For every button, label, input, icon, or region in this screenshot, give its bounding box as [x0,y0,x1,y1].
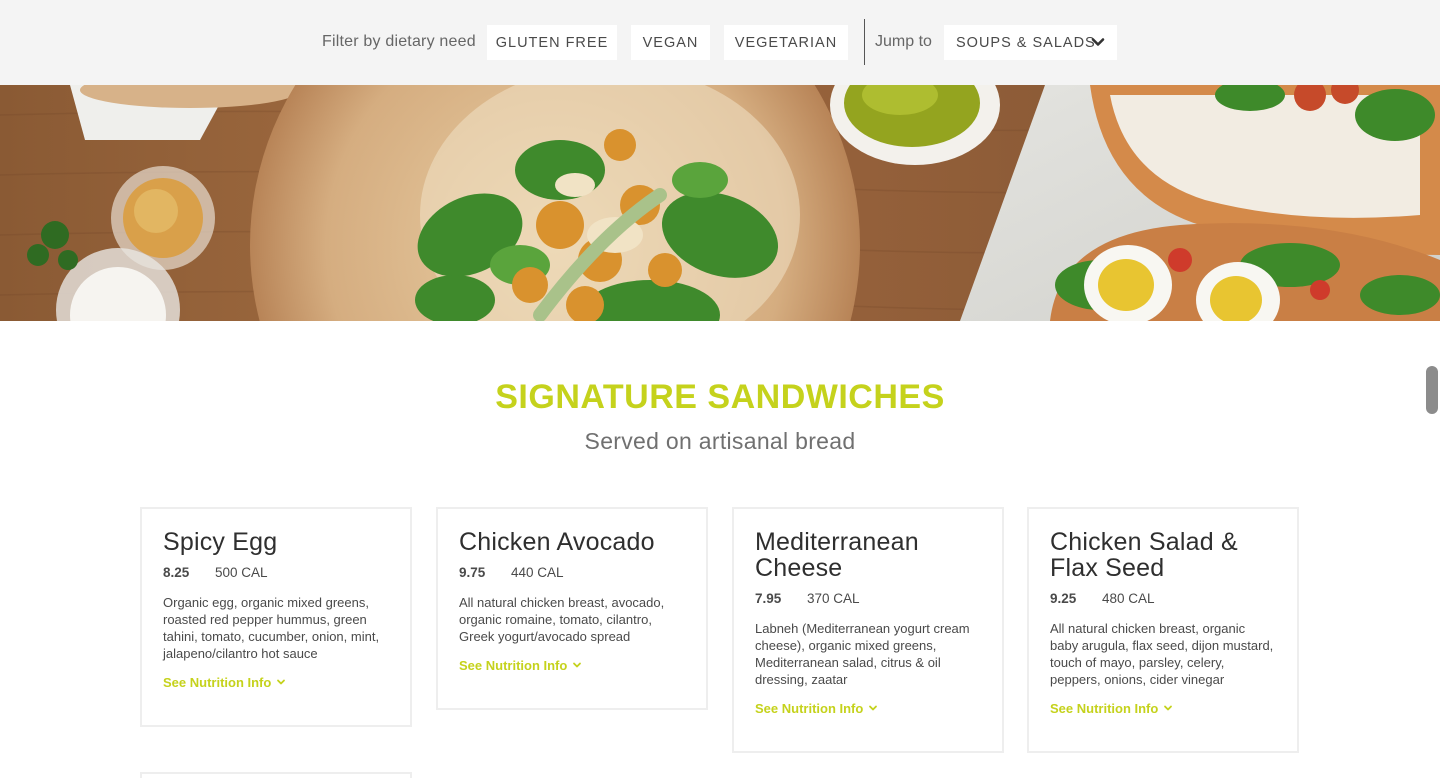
section-subtitle: Served on artisanal bread [584,428,856,454]
menu-item-calories: 480 CAL [1102,591,1155,606]
menu-item-meta: 9.25 480 CAL [1050,589,1276,609]
filter-vegan-button[interactable]: VEGAN [631,25,710,60]
menu-item-card: Mediterranean Cheese 7.95 370 CAL Labneh … [732,507,1004,753]
menu-item-price: 8.25 [163,565,190,580]
see-nutrition-info-link[interactable]: See Nutrition Info [163,675,286,690]
filter-label: Filter by dietary need [322,33,476,50]
menu-item-card: Chicken Avocado 9.75 440 CAL All natural … [436,507,708,710]
filter-gluten-free-button[interactable]: GLUTEN FREE [487,25,617,60]
menu-item-name: Chicken Salad & Flax Seed [1050,528,1238,582]
menu-item-description: All natural chicken breast, avocado, org… [459,595,665,644]
menu-item-card [140,772,412,778]
section-title: SIGNATURE SANDWICHES [495,378,945,416]
menu-item-name: Chicken Avocado [459,528,655,556]
menu-item-calories: 440 CAL [511,565,564,580]
menu-item-price: 9.75 [459,565,486,580]
see-nutrition-info-link[interactable]: See Nutrition Info [755,701,878,716]
filter-divider [864,19,865,65]
see-nutrition-info-link[interactable]: See Nutrition Info [459,658,582,673]
see-nutrition-info-link[interactable]: See Nutrition Info [1050,701,1173,716]
menu-item-calories: 370 CAL [807,591,860,606]
menu-item-name: Spicy Egg [163,528,278,556]
dietary-filter-bar: Filter by dietary need GLUTEN FREE VEGAN… [0,0,1440,85]
nutrition-link-label: See Nutrition Info [163,675,272,690]
menu-item-calories: 500 CAL [215,565,268,580]
menu-item-meta: 7.95 370 CAL [755,589,981,609]
menu-item-name: Mediterranean Cheese [755,528,919,582]
jump-to-select[interactable]: SOUPS & SALADS [944,25,1117,60]
menu-item-card: Spicy Egg 8.25 500 CAL Organic egg, organ… [140,507,412,727]
jump-to-label: Jump to [875,33,932,50]
hero-food-image [0,85,1440,321]
menu-item-card: Chicken Salad & Flax Seed 9.25 480 CAL Al… [1027,507,1299,753]
nutrition-link-label: See Nutrition Info [755,701,864,716]
chevron-down-icon [1091,35,1105,53]
chevron-down-icon [868,701,878,716]
menu-item-price: 9.25 [1050,591,1077,606]
chevron-down-icon [276,675,286,690]
nutrition-link-label: See Nutrition Info [1050,701,1159,716]
menu-item-price: 7.95 [755,591,782,606]
menu-item-meta: 8.25 500 CAL [163,563,389,583]
menu-item-description: Labneh (Mediterranean yogurt cream chees… [755,621,970,687]
menu-item-meta: 9.75 440 CAL [459,563,685,583]
filter-vegetarian-button[interactable]: VEGETARIAN [724,25,848,60]
menu-item-description: All natural chicken breast, organic baby… [1050,621,1274,687]
jump-to-selected-value: SOUPS & SALADS [956,34,1096,51]
chevron-down-icon [1163,701,1173,716]
nutrition-link-label: See Nutrition Info [459,658,568,673]
chevron-down-icon [572,658,582,673]
menu-item-description: Organic egg, organic mixed greens, roast… [163,595,380,661]
